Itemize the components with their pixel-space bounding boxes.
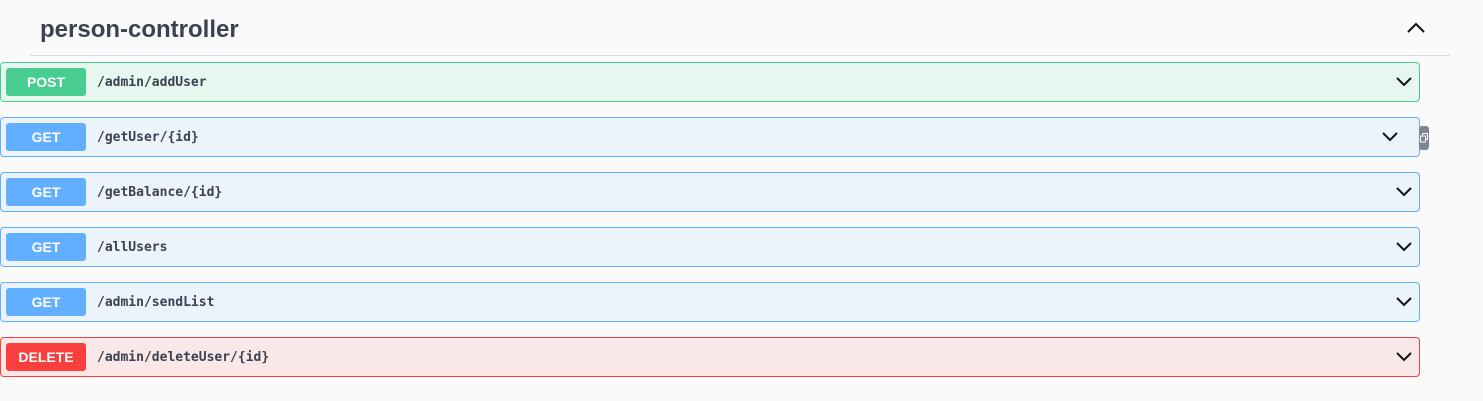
chevron-down-icon[interactable] [1381,130,1399,144]
method-badge: GET [6,178,86,206]
operations-list: POST /admin/addUser GET /getUser/{id} GE… [0,62,1429,392]
method-badge: GET [6,288,86,316]
chevron-down-icon[interactable] [1395,295,1413,309]
tag-header[interactable]: person-controller [30,0,1450,56]
operation-delete-admin-deleteuser[interactable]: DELETE /admin/deleteUser/{id} [0,337,1420,377]
method-badge: POST [6,68,86,96]
method-badge: DELETE [6,343,86,371]
chevron-up-icon[interactable] [1406,20,1426,36]
method-badge: GET [6,123,86,151]
method-badge: GET [6,233,86,261]
operation-path: /admin/addUser [97,75,207,90]
chevron-down-icon[interactable] [1395,75,1413,89]
chevron-down-icon[interactable] [1395,185,1413,199]
operation-path: /admin/sendList [97,295,215,310]
tag-section-person-controller: person-controller [30,0,1450,56]
chevron-down-icon[interactable] [1395,240,1413,254]
tag-title: person-controller [40,16,239,43]
operation-path: /allUsers [97,240,168,255]
operation-get-getuser[interactable]: GET /getUser/{id} [0,117,1429,157]
chevron-down-icon[interactable] [1395,350,1413,364]
operation-post-admin-adduser[interactable]: POST /admin/addUser [0,62,1420,102]
operation-get-allusers[interactable]: GET /allUsers [0,227,1420,267]
operation-path: /getBalance/{id} [97,185,223,200]
operation-get-getbalance[interactable]: GET /getBalance/{id} [0,172,1420,212]
copy-icon[interactable] [1419,126,1429,150]
operation-path: /admin/deleteUser/{id} [97,350,270,365]
operation-path: /getUser/{id} [97,130,199,145]
operation-get-admin-sendlist[interactable]: GET /admin/sendList [0,282,1420,322]
